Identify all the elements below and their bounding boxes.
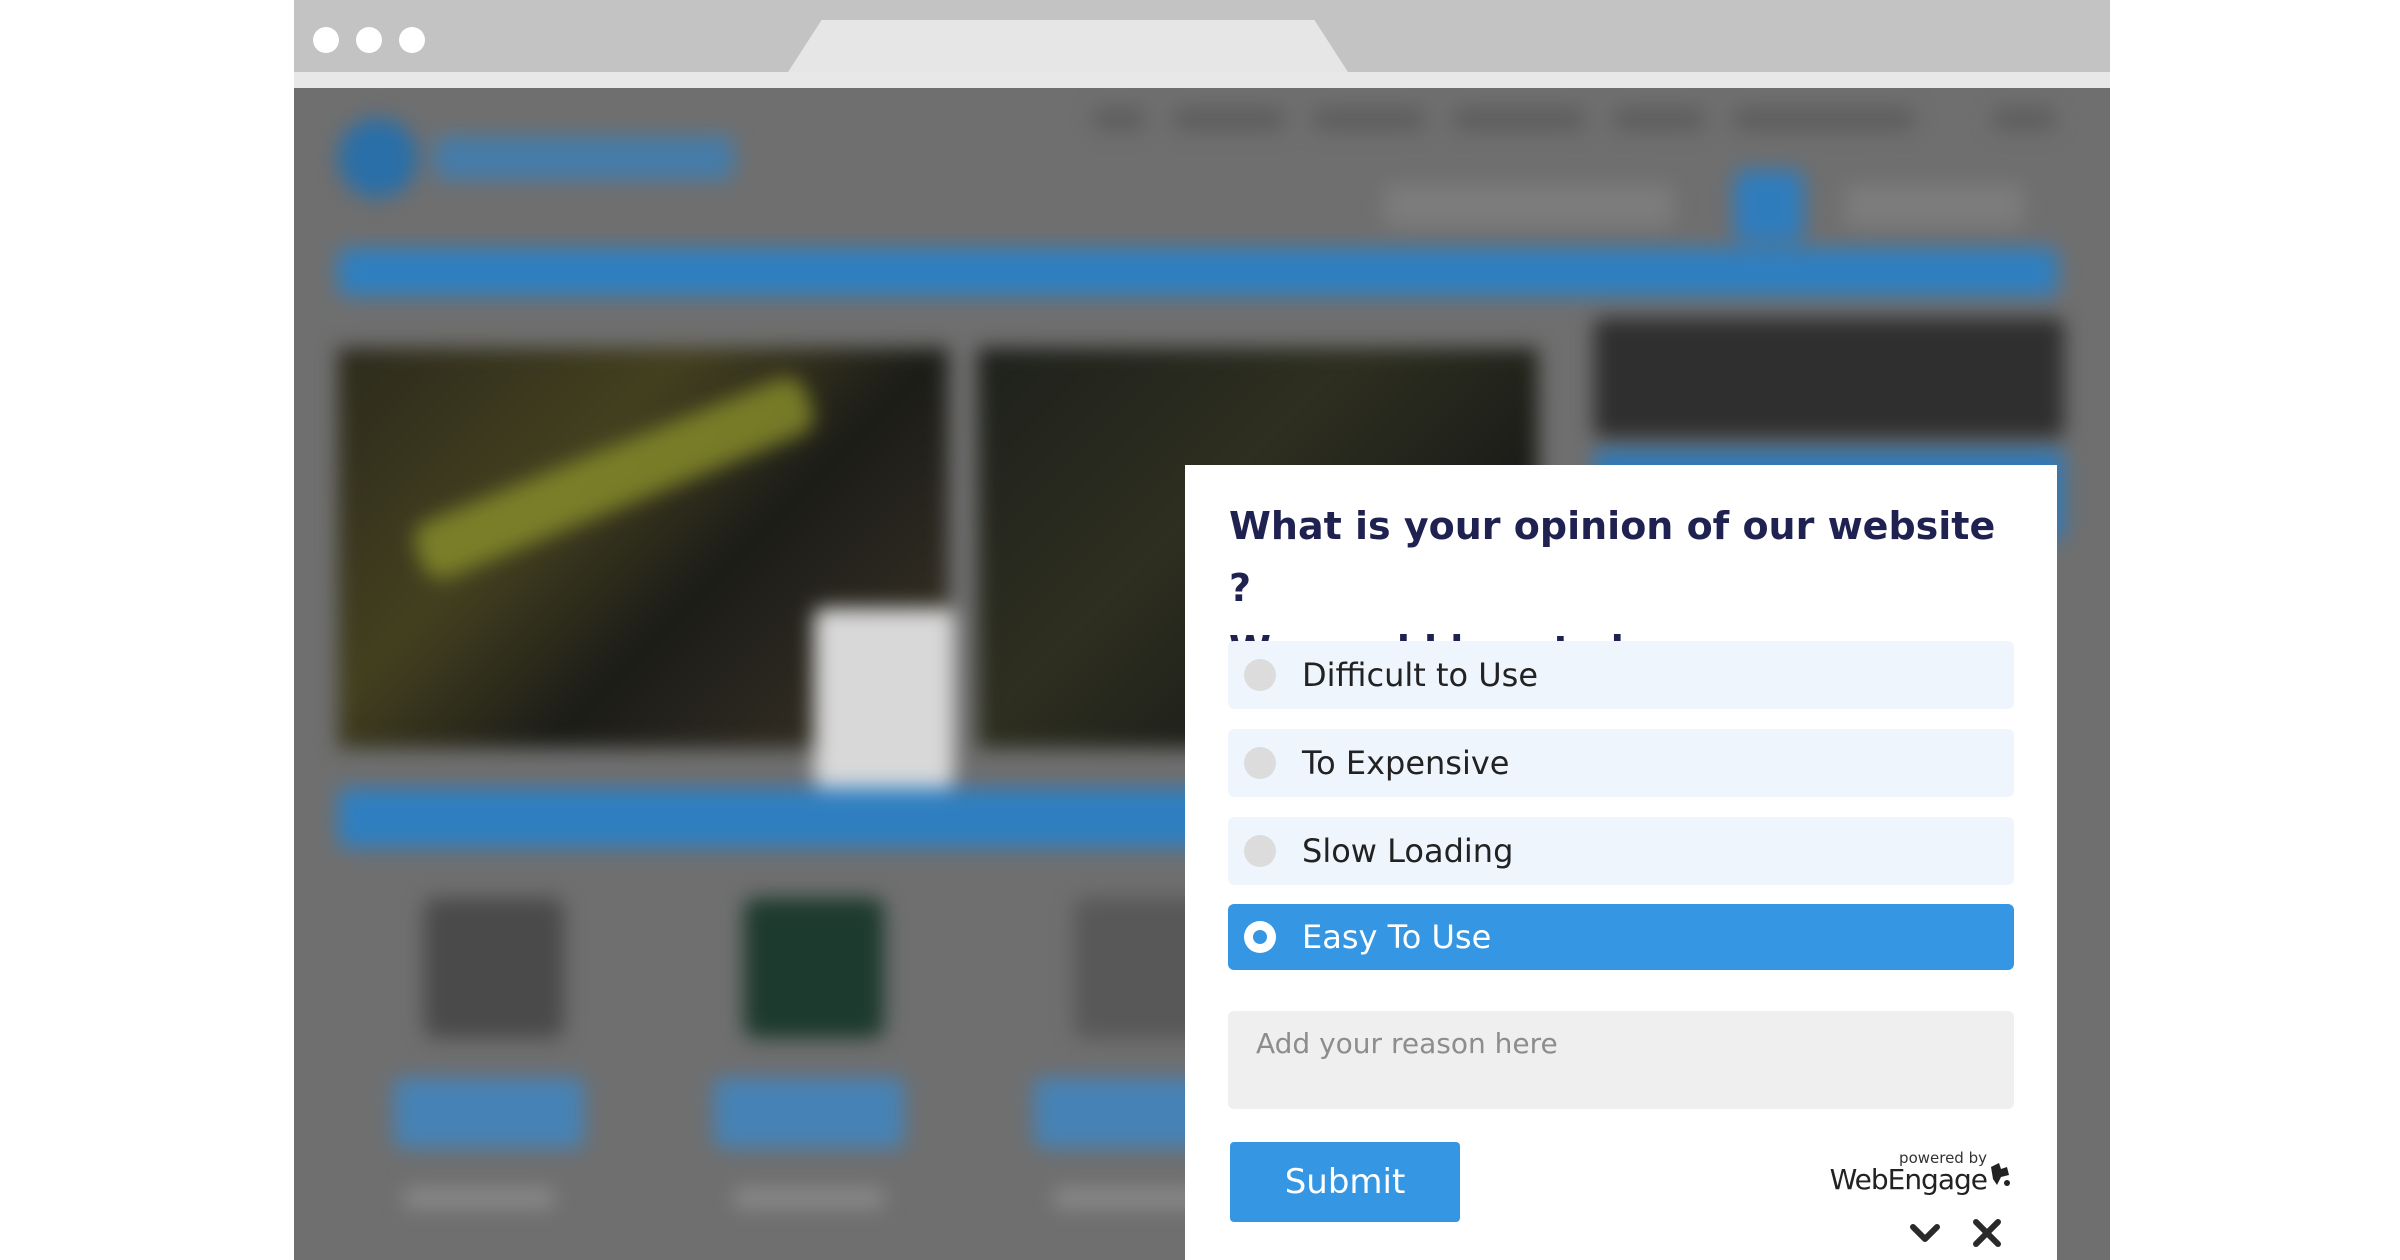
site-cart (1844, 184, 2024, 228)
window-dot-icon (356, 27, 382, 53)
radio-button-selected[interactable] (1244, 921, 1276, 953)
hero-image-detail (814, 608, 954, 788)
blurred-website-background: What is your opinion of our website ? We… (294, 88, 2110, 1260)
window-dot-icon (399, 27, 425, 53)
survey-modal: What is your opinion of our website ? We… (1185, 465, 2057, 1260)
option-label: Slow Loading (1302, 832, 1514, 870)
section-header-bar (338, 788, 1238, 848)
product-thumbnail (424, 898, 564, 1038)
option-slow-loading[interactable]: Slow Loading (1228, 817, 2014, 885)
site-search-bar (1384, 184, 1674, 228)
option-easy-to-use[interactable]: Easy To Use (1228, 904, 2014, 970)
top-nav-link (1994, 108, 2054, 130)
side-banner (1594, 318, 2064, 438)
option-to-expensive[interactable]: To Expensive (1228, 729, 2014, 797)
option-label: To Expensive (1302, 744, 1510, 782)
window-dot-icon (313, 27, 339, 53)
chevron-down-icon[interactable] (1905, 1213, 1945, 1253)
product-subtext (404, 1188, 554, 1208)
webengage-brand-text: WebEngage (1829, 1163, 1988, 1196)
option-label: Easy To Use (1302, 918, 1492, 956)
radio-button[interactable] (1244, 659, 1276, 691)
close-icon[interactable] (1967, 1213, 2007, 1253)
product-label (714, 1078, 904, 1148)
top-nav-link (1734, 108, 1914, 130)
top-nav-link (1094, 108, 1144, 130)
product-subtext (734, 1188, 884, 1208)
site-nav-bar (338, 248, 2058, 296)
radio-button[interactable] (1244, 747, 1276, 779)
site-logo-text (434, 136, 734, 180)
powered-by-webengage[interactable]: powered by WebEngage (1830, 1149, 2013, 1199)
product-subtext (1054, 1188, 1204, 1208)
submit-button[interactable]: Submit (1230, 1142, 1460, 1222)
site-logo-icon (338, 118, 418, 198)
site-search-button (1734, 170, 1804, 242)
radio-button[interactable] (1244, 835, 1276, 867)
top-nav-link (1614, 108, 1704, 130)
top-nav-link (1314, 108, 1424, 130)
product-label (394, 1078, 584, 1148)
question-line-1: What is your opinion of our website ? (1229, 504, 1996, 610)
reason-input[interactable] (1228, 1011, 2014, 1109)
top-nav-link (1454, 108, 1584, 130)
webengage-logo-icon (1987, 1161, 2013, 1189)
top-nav-link (1174, 108, 1284, 130)
address-strip (294, 72, 2110, 88)
option-difficult-to-use[interactable]: Difficult to Use (1228, 641, 2014, 709)
browser-tab[interactable] (788, 20, 1348, 72)
browser-chrome (294, 0, 2110, 88)
product-thumbnail (744, 898, 884, 1038)
browser-window: What is your opinion of our website ? We… (294, 0, 2110, 1260)
option-label: Difficult to Use (1302, 656, 1539, 694)
